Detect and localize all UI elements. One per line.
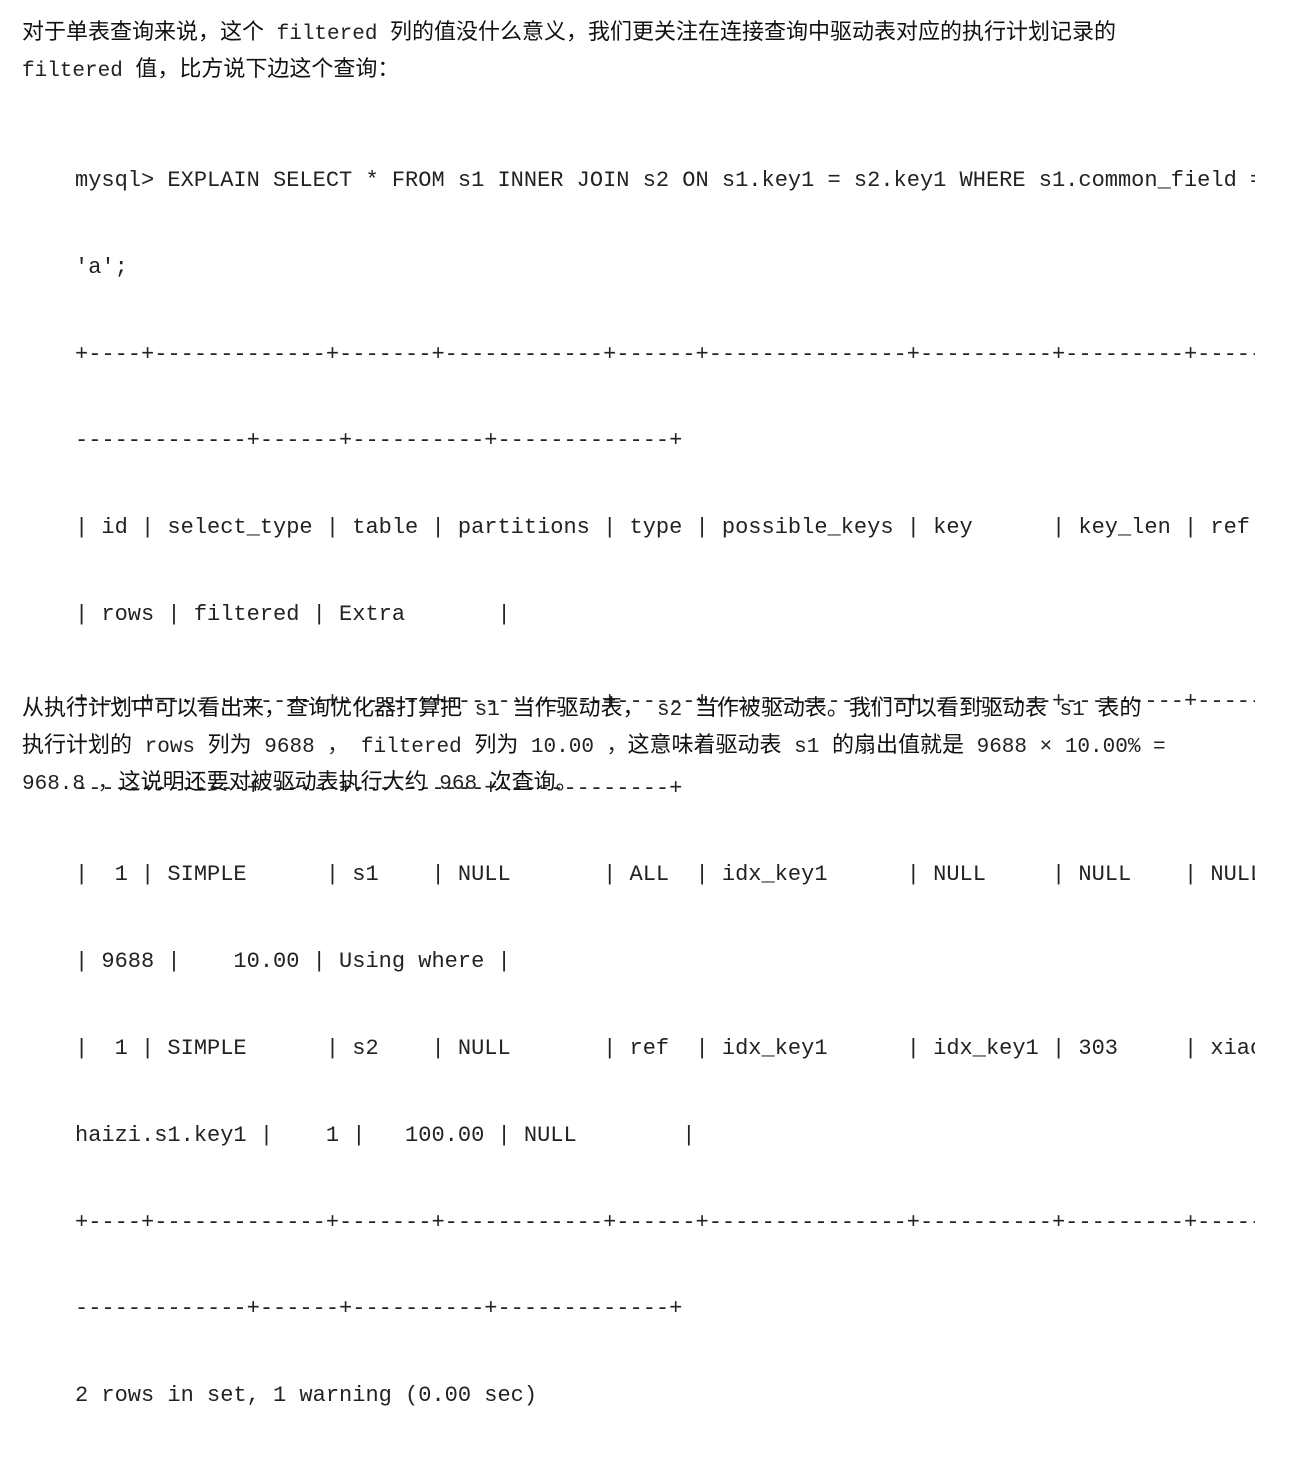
outro-text: 表的 bbox=[1097, 696, 1142, 721]
sql-output-line: | 9688 | 10.00 | Using where | bbox=[75, 949, 511, 975]
inline-code: s2 bbox=[644, 699, 695, 722]
sql-output-line: mysql> EXPLAIN SELECT * FROM s1 INNER JO… bbox=[75, 168, 1255, 193]
outro-text: 执行计划的 bbox=[22, 733, 133, 758]
inline-code: 9688 × 10.00% = bbox=[964, 736, 1166, 759]
inline-code: filtered bbox=[264, 23, 391, 46]
inline-code: 9688 ， bbox=[251, 736, 349, 759]
document-page: 对于单表查询来说，这个 filtered 列的值没什么意义，我们更关注在连接查询… bbox=[0, 0, 1312, 1408]
outro-text: 当作驱动表， bbox=[512, 696, 645, 721]
intro-text: 值，比方说下边这个查询： bbox=[135, 57, 400, 82]
outro-text: 这说明还要对被驱动表执行大约 bbox=[118, 770, 427, 795]
outro-paragraph: 从执行计划中可以看出来，查询优化器打算把 s1 当作驱动表， s2 当作被驱动表… bbox=[22, 690, 1292, 801]
inline-code: 968 bbox=[426, 773, 490, 796]
sql-output-line: haizi.s1.key1 | 1 | 100.00 | NULL | bbox=[75, 1122, 696, 1148]
outro-text: 的扇出值就是 bbox=[831, 733, 964, 758]
outro-text: 这意味着驱动表 bbox=[627, 733, 782, 758]
intro-text: 列的值没什么意义，我们更关注在连接查询中驱动表对应的执行计划记录的 bbox=[390, 20, 1117, 45]
sql-output-line: -------------+------+----------+--------… bbox=[75, 1296, 683, 1322]
inline-code: s1 bbox=[781, 736, 832, 759]
intro-paragraph: 对于单表查询来说，这个 filtered 列的值没什么意义，我们更关注在连接查询… bbox=[22, 14, 1292, 88]
sql-output-line: | 1 | SIMPLE | s2 | NULL | ref | idx_key… bbox=[75, 1035, 1255, 1061]
inline-code: filtered bbox=[22, 60, 136, 83]
outro-line-2: 执行计划的 rows 列为 9688 ， filtered 列为 10.00 ，… bbox=[22, 727, 1292, 764]
outro-text: 从执行计划中可以看出来，查询优化器打算把 bbox=[22, 696, 463, 721]
inline-code: rows bbox=[132, 736, 208, 759]
outro-text: 当作被驱动表。我们可以看到驱动表 bbox=[694, 696, 1047, 721]
sql-output-line: +----+-------------+-------+------------… bbox=[75, 1209, 1255, 1235]
inline-code: s1 bbox=[462, 699, 513, 722]
inline-code: 10.00 ， bbox=[518, 736, 628, 759]
sql-output-line: | id | select_type | table | partitions … bbox=[75, 515, 1250, 541]
outro-line-1: 从执行计划中可以看出来，查询优化器打算把 s1 当作驱动表， s2 当作被驱动表… bbox=[22, 690, 1292, 727]
outro-text: 列为 bbox=[207, 733, 252, 758]
sql-output-line: 2 rows in set, 1 warning (0.00 sec) bbox=[75, 1383, 538, 1409]
intro-text: 对于单表查询来说，这个 bbox=[22, 20, 265, 45]
intro-line-1: 对于单表查询来说，这个 filtered 列的值没什么意义，我们更关注在连接查询… bbox=[22, 14, 1292, 51]
sql-output-line: 'a'; bbox=[75, 254, 128, 280]
outro-line-3: 968.8 ，这说明还要对被驱动表执行大约 968 次查询。 bbox=[22, 764, 1292, 801]
sql-output-line: +----+-------------+-------+------------… bbox=[75, 341, 1255, 367]
sql-output-line: | rows | filtered | Extra | bbox=[75, 601, 511, 627]
inline-code: filtered bbox=[348, 736, 475, 759]
sql-output-line: | 1 | SIMPLE | s1 | NULL | ALL | idx_key… bbox=[75, 862, 1255, 888]
outro-text: 列为 bbox=[474, 733, 519, 758]
inline-code: 968.8 ， bbox=[22, 773, 119, 796]
intro-line-2: filtered 值，比方说下边这个查询： bbox=[22, 51, 1292, 88]
inline-code: s1 bbox=[1046, 699, 1098, 722]
outro-text: 次查询。 bbox=[489, 770, 578, 795]
sql-output-line: -------------+------+----------+--------… bbox=[75, 428, 683, 454]
